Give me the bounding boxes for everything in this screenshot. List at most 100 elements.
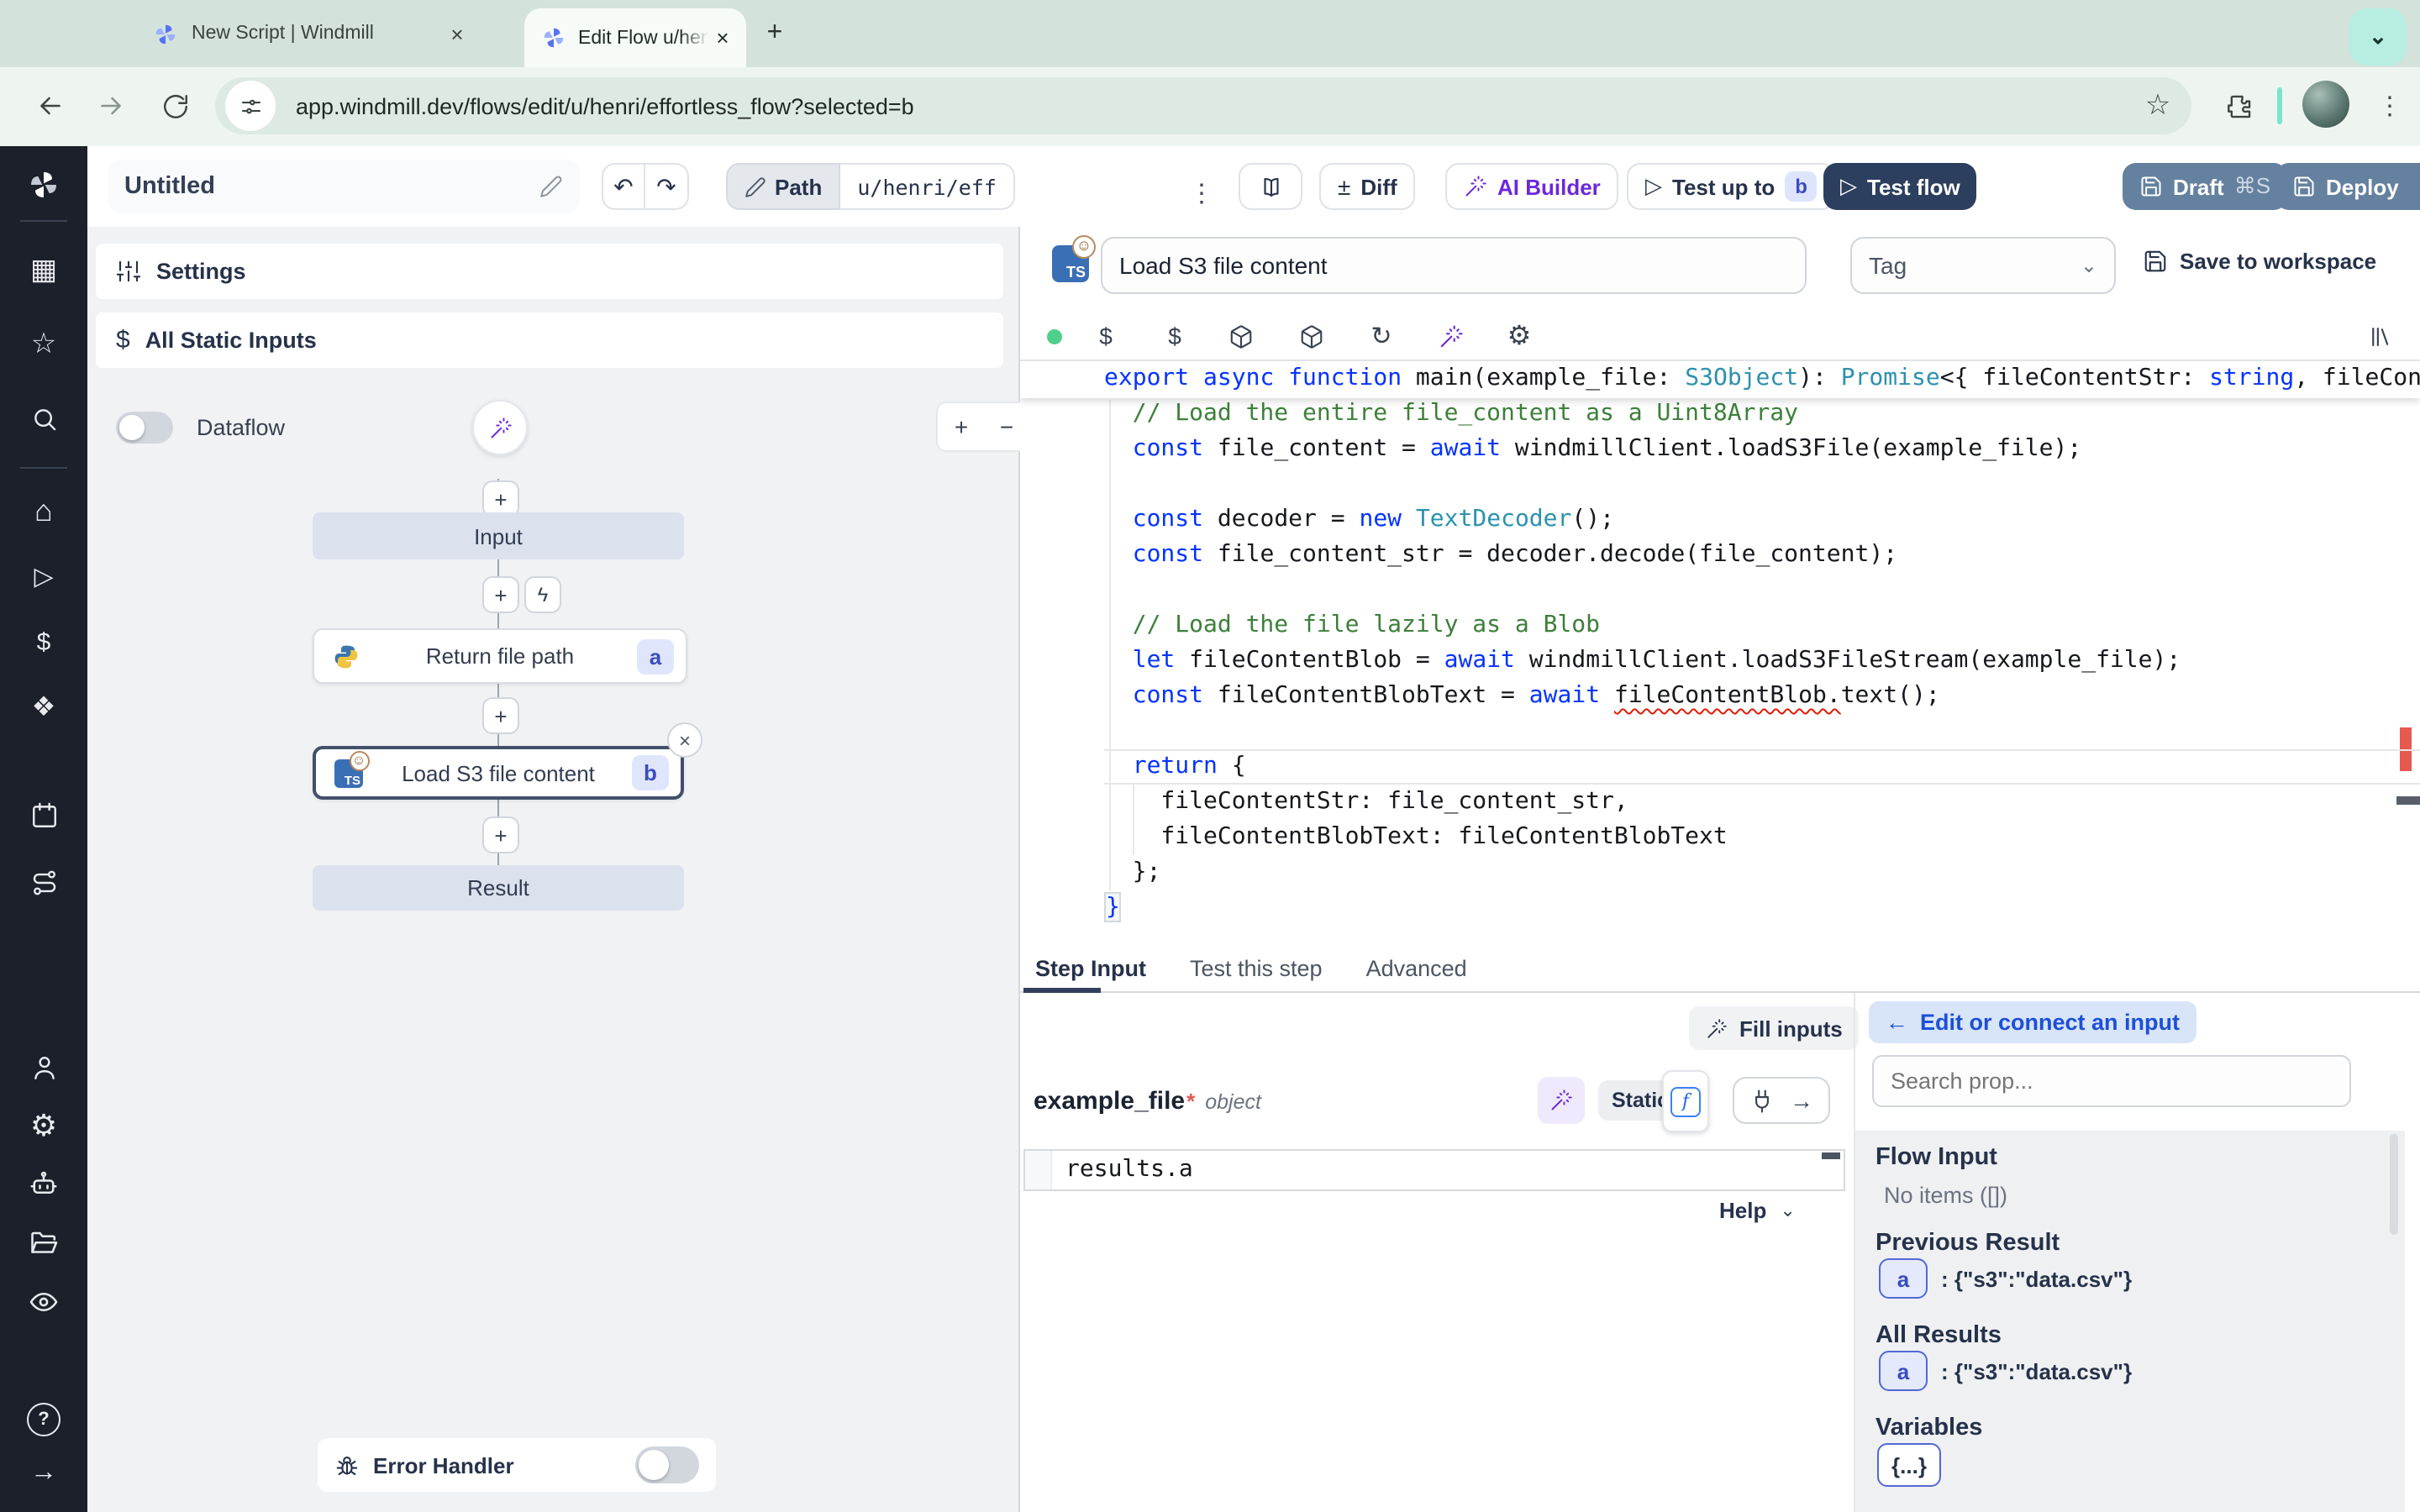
code-line: const fileContentBlobText = await fileCo…	[1104, 679, 2420, 714]
dataflow-toggle[interactable]	[116, 412, 173, 444]
sidebar-item-schedules[interactable]	[0, 790, 87, 840]
library-icon[interactable]	[2361, 318, 2398, 354]
ai-fill-wand-button[interactable]	[1538, 1077, 1585, 1124]
sidebar-expand-arrow[interactable]: →	[0, 1448, 87, 1499]
star-icon: ☆	[31, 328, 57, 361]
code-line: let fileContentBlob = await windmillClie…	[1104, 643, 2420, 679]
edit-or-connect-chip[interactable]: ← Edit or connect an input	[1869, 1001, 2196, 1043]
save-to-workspace-button[interactable]: Save to workspace	[2143, 249, 2376, 274]
variables-badge[interactable]: {...}	[1877, 1443, 1941, 1487]
sidebar-item-settings[interactable]: ⚙	[0, 1100, 87, 1151]
error-handler-toggle[interactable]	[635, 1446, 699, 1483]
search-prop-input[interactable]	[1872, 1055, 2351, 1107]
ai-builder-button[interactable]: AI Builder	[1445, 163, 1619, 210]
sidebar-item-routes[interactable]	[0, 857, 87, 907]
javascript-expr-mode-button[interactable]: f	[1662, 1070, 1709, 1132]
connect-input-group[interactable]: →	[1733, 1077, 1830, 1124]
flow-node-step-a[interactable]: Return file path a	[313, 628, 687, 684]
app-sidebar: ▦ ☆ ⌂ ▷ $ ❖ ⚙ ? →	[0, 146, 87, 1512]
sidebar-item-runs[interactable]: ▷	[0, 551, 87, 601]
browser-tab-inactive[interactable]: New Script | Windmill ×	[134, 7, 521, 60]
sidebar-item-search[interactable]	[0, 393, 87, 444]
deploy-button[interactable]: Deploy	[2275, 163, 2420, 210]
browser-menu-dots-icon[interactable]: ⋮	[2366, 82, 2413, 129]
add-step-button[interactable]: +	[482, 816, 519, 853]
flow-settings-row[interactable]: Settings	[96, 244, 1003, 299]
bookmark-star-icon[interactable]: ☆	[2134, 82, 2181, 129]
docs-book-button[interactable]	[1239, 163, 1302, 210]
path-label: Path	[775, 174, 822, 199]
omnibox[interactable]: app.windmill.dev/flows/edit/u/henri/effo…	[215, 77, 2191, 134]
remove-step-button[interactable]: ×	[667, 722, 702, 758]
help-dropdown[interactable]: Help ⌄	[1719, 1198, 1796, 1223]
sidebar-item-home[interactable]: ⌂	[0, 486, 87, 536]
flow-name-field[interactable]: Untitled	[108, 160, 580, 213]
user-icon	[29, 1053, 58, 1081]
code-lines[interactable]: // Load the entire file_content as a Uin…	[1104, 396, 2420, 926]
tab-step-input[interactable]: Step Input	[1035, 955, 1146, 980]
dollar-icon: $	[37, 627, 51, 656]
sidebar-item-apps[interactable]: ▦	[0, 245, 87, 296]
ai-flow-wand-button[interactable]	[472, 400, 528, 455]
tag-select[interactable]: Tag ⌄	[1850, 237, 2116, 294]
zoom-in-icon[interactable]: +	[938, 403, 985, 450]
sidebar-item-user[interactable]	[0, 1042, 87, 1092]
result-key-badge[interactable]: a	[1879, 1258, 1928, 1299]
result-key-badge[interactable]: a	[1879, 1351, 1928, 1391]
test-flow-button[interactable]: ▷ Test flow	[1823, 163, 1977, 210]
path-control[interactable]: Path u/henri/eff	[726, 163, 1015, 210]
reload-icon[interactable]	[151, 82, 198, 129]
tab-search-chevron-icon[interactable]: ⌄	[2349, 8, 2407, 66]
new-tab-icon[interactable]: +	[760, 18, 790, 49]
close-icon[interactable]: ×	[709, 24, 736, 51]
package-icon[interactable]	[1292, 318, 1329, 354]
tab-advanced[interactable]: Advanced	[1366, 955, 1467, 980]
flow-node-step-b-selected[interactable]: TS ☺ Load S3 file content b	[313, 746, 684, 800]
assets-dollar-icon[interactable]: $	[1087, 318, 1124, 354]
ai-wand-icon[interactable]	[1432, 318, 1469, 354]
add-trigger-button[interactable]: ϟ	[524, 576, 561, 613]
package-icon[interactable]	[1222, 318, 1259, 354]
sidebar-item-resources[interactable]: ❖	[0, 682, 87, 732]
add-step-button[interactable]: +	[482, 697, 519, 734]
sidebar-item-folders[interactable]	[0, 1218, 87, 1268]
sidebar-item-help[interactable]: ?	[0, 1394, 87, 1445]
flow-node-input[interactable]: Input	[313, 512, 684, 559]
back-icon[interactable]	[27, 82, 74, 129]
node-label: Return file path	[426, 643, 574, 669]
error-handler-row[interactable]: Error Handler	[318, 1438, 716, 1492]
variables-dollar-icon[interactable]: $	[1156, 318, 1193, 354]
windmill-logo[interactable]	[0, 160, 87, 210]
refresh-icon[interactable]: ↻	[1363, 318, 1400, 354]
redo-button[interactable]: ↷	[645, 163, 689, 210]
browser-tab-active[interactable]: Edit Flow u/henri/effortless_fl ×	[524, 8, 746, 67]
all-static-inputs-row[interactable]: $ All Static Inputs	[96, 312, 1003, 368]
sidebar-item-workers[interactable]	[0, 1159, 87, 1210]
tab-test-this-step[interactable]: Test this step	[1190, 955, 1323, 980]
sidebar-item-audit-logs[interactable]	[0, 1277, 87, 1327]
forward-icon[interactable]	[87, 82, 134, 129]
path-button[interactable]: Path	[726, 163, 840, 210]
extensions-puzzle-icon[interactable]	[2215, 82, 2262, 129]
site-info-icon[interactable]	[225, 81, 276, 131]
sidebar-item-favorites[interactable]: ☆	[0, 319, 87, 370]
deploy-label: Deploy	[2326, 174, 2399, 199]
close-icon[interactable]: ×	[444, 20, 471, 47]
flow-node-result[interactable]: Result	[313, 865, 684, 911]
previous-result-row[interactable]: a : {"s3":"data.csv"}	[1879, 1258, 2132, 1299]
diff-button[interactable]: ± Diff	[1319, 163, 1416, 210]
avatar[interactable]	[2302, 81, 2349, 128]
calendar-icon	[29, 801, 58, 829]
all-results-row[interactable]: a : {"s3":"data.csv"}	[1879, 1351, 2132, 1391]
panel-scrollbar[interactable]	[2390, 1134, 2398, 1235]
draft-button[interactable]: Draft ⌘S	[2123, 163, 2287, 210]
test-up-to-button[interactable]: ▷ Test up to b	[1627, 163, 1836, 210]
add-step-button[interactable]: +	[482, 576, 519, 613]
sidebar-item-variables[interactable]: $	[0, 617, 87, 667]
step-name-input[interactable]	[1101, 237, 1807, 294]
undo-button[interactable]: ↶	[602, 163, 645, 210]
expr-input[interactable]: results.a	[1023, 1149, 1845, 1191]
more-options-dots-icon[interactable]: ⋮	[1185, 170, 1218, 217]
editor-settings-gear-icon[interactable]: ⚙	[1501, 318, 1538, 354]
fill-inputs-button[interactable]: Fill inputs	[1689, 1006, 1860, 1050]
